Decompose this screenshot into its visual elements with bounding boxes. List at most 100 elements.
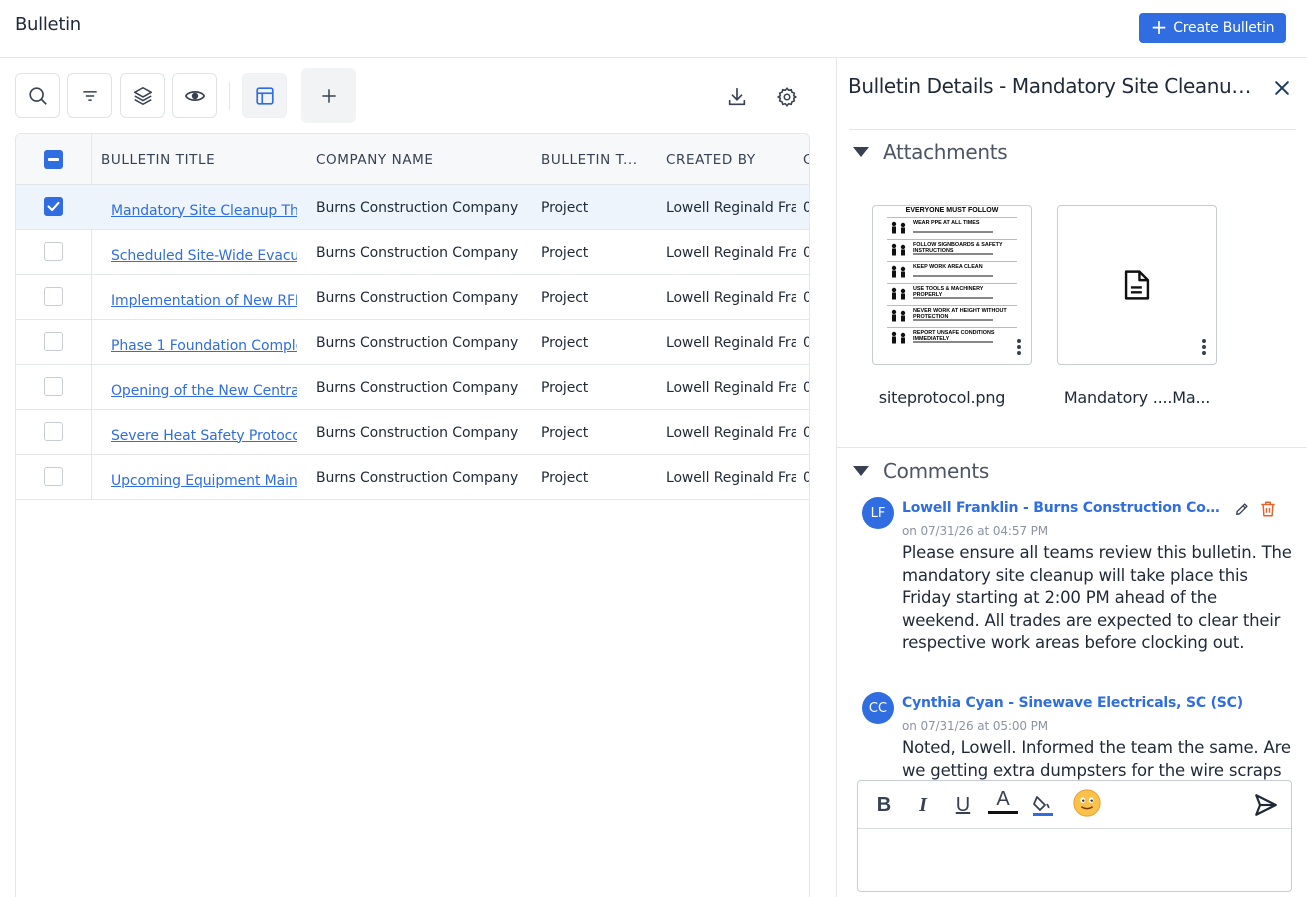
- attachment-menu-icon[interactable]: [1202, 339, 1206, 355]
- create-bulletin-label: Create Bulletin: [1173, 20, 1275, 36]
- attachments-section-toggle[interactable]: Attachments: [853, 140, 1008, 164]
- eye-icon: [184, 90, 205, 101]
- table-view-icon: [255, 86, 274, 105]
- column-header-created-by[interactable]: CREATED BY: [666, 134, 796, 185]
- filter-button[interactable]: [67, 73, 112, 118]
- company-name-cell: Burns Construction Company: [316, 469, 519, 486]
- paint-bucket-icon: [1033, 796, 1053, 816]
- comment-text: Noted, Lowell. Informed the team the sam…: [902, 738, 1291, 780]
- attachment-menu-icon[interactable]: [1017, 339, 1021, 355]
- add-view-button[interactable]: [301, 68, 356, 123]
- table-row[interactable]: Severe Heat Safety Protocol Burns Constru…: [16, 410, 809, 458]
- row-checkbox[interactable]: [44, 287, 63, 306]
- edit-icon[interactable]: [1234, 501, 1250, 517]
- column-header-more[interactable]: C: [803, 134, 809, 185]
- row-checkbox[interactable]: [44, 467, 63, 486]
- divider: [837, 447, 1307, 448]
- table-row[interactable]: Phase 1 Foundation Comple Burns Construct…: [16, 320, 809, 368]
- caret-down-icon: [853, 147, 869, 157]
- visibility-button[interactable]: [172, 73, 217, 118]
- close-panel-button[interactable]: [1270, 76, 1294, 100]
- table-row[interactable]: Implementation of New RFII Burns Construc…: [16, 275, 809, 323]
- download-icon: [728, 87, 746, 106]
- comment-author: Lowell Franklin - Burns Construction Com…: [902, 500, 1228, 516]
- worker-pictogram-icon: [889, 265, 909, 281]
- comments-section-toggle[interactable]: Comments: [853, 459, 989, 483]
- worker-pictogram-icon: [889, 221, 909, 237]
- emoji-button[interactable]: [1072, 787, 1102, 819]
- table-row[interactable]: Upcoming Equipment Maint Burns Constructi…: [16, 455, 809, 503]
- highlight-button[interactable]: [1028, 789, 1058, 821]
- avatar: LF: [862, 497, 894, 529]
- close-icon: [1275, 81, 1289, 95]
- row-checkbox[interactable]: [44, 197, 63, 216]
- underline-button[interactable]: U: [948, 789, 978, 821]
- company-name-cell: Burns Construction Company: [316, 379, 519, 396]
- comment-input[interactable]: [858, 830, 1291, 891]
- poster-item-detail: [913, 341, 993, 343]
- layers-icon: [133, 86, 152, 105]
- delete-icon[interactable]: [1259, 500, 1277, 518]
- editor-toolbar: B I U A: [858, 781, 1291, 829]
- create-bulletin-button[interactable]: + Create Bulletin: [1139, 13, 1286, 43]
- comment-date: on 07/31/26 at 04:57 PM: [902, 524, 1049, 538]
- column-header-type[interactable]: BULLETIN T...: [541, 134, 656, 185]
- gear-icon: [776, 87, 798, 107]
- bulletin-title-link[interactable]: Severe Heat Safety Protocol: [111, 413, 297, 458]
- bulletin-title-link[interactable]: Phase 1 Foundation Comple: [111, 323, 297, 368]
- font-color-button[interactable]: A: [988, 788, 1018, 814]
- poster-item-detail: [913, 275, 993, 277]
- bulletin-title-link[interactable]: Mandatory Site Cleanup This: [111, 188, 297, 233]
- attachment-thumbnail-siteprotocol[interactable]: EVERYONE MUST FOLLOW WEAR PPE AT ALL TIM…: [872, 205, 1032, 365]
- created-by-cell: Lowell Reginald Fran: [666, 424, 796, 441]
- row-checkbox[interactable]: [44, 332, 63, 351]
- poster-heading: EVERYONE MUST FOLLOW: [905, 207, 999, 214]
- row-checkbox[interactable]: [44, 377, 63, 396]
- worker-pictogram-icon: [889, 331, 909, 347]
- overflow-cell: 0: [803, 230, 809, 275]
- plus-icon: +: [1150, 15, 1168, 39]
- created-by-cell: Lowell Reginald Fran: [666, 379, 796, 396]
- poster-item-detail: [913, 231, 993, 233]
- bold-button[interactable]: B: [869, 789, 899, 821]
- table-row[interactable]: Opening of the New Central Burns Construc…: [16, 365, 809, 413]
- bulletin-type-cell: Project: [541, 469, 589, 486]
- row-checkbox[interactable]: [44, 242, 63, 261]
- table-row[interactable]: Scheduled Site-Wide Evacua Burns Construc…: [16, 230, 809, 278]
- avatar: CC: [862, 692, 894, 724]
- bulletin-title-link[interactable]: Scheduled Site-Wide Evacua: [111, 233, 297, 278]
- column-header-company[interactable]: COMPANY NAME: [316, 134, 526, 185]
- bulletin-title-link[interactable]: Upcoming Equipment Maint: [111, 458, 297, 503]
- poster-item-detail: [913, 297, 993, 299]
- overflow-cell: 0: [803, 410, 809, 455]
- bulletin-title-link[interactable]: Opening of the New Central: [111, 368, 297, 413]
- italic-button[interactable]: I: [908, 789, 938, 821]
- column-header-title[interactable]: BULLETIN TITLE: [101, 134, 301, 185]
- comment-text: Please ensure all teams review this bull…: [902, 543, 1292, 652]
- layers-button[interactable]: [120, 73, 165, 118]
- poster-item-label: KEEP WORK AREA CLEAN: [913, 264, 983, 270]
- filter-icon: [82, 90, 97, 101]
- table-row[interactable]: Mandatory Site Cleanup This Burns Constru…: [16, 185, 809, 233]
- attachment-name[interactable]: siteprotocol.png: [862, 388, 1022, 407]
- comment-editor: B I U A: [857, 780, 1292, 892]
- row-checkbox[interactable]: [44, 422, 63, 441]
- select-all-checkbox[interactable]: [44, 150, 63, 169]
- send-button[interactable]: [1251, 789, 1281, 821]
- comments-heading: Comments: [883, 459, 990, 483]
- attachment-thumbnail-document[interactable]: [1057, 205, 1217, 365]
- search-button[interactable]: [15, 73, 60, 118]
- overflow-cell: 0: [803, 365, 809, 410]
- bulletin-details-panel: Bulletin Details - Mandatory Site Cleanu…: [836, 58, 1307, 897]
- overflow-cell: 0: [803, 320, 809, 365]
- bulletin-title-link[interactable]: Implementation of New RFII: [111, 278, 297, 323]
- company-name-cell: Burns Construction Company: [316, 244, 519, 261]
- send-icon: [1255, 794, 1277, 816]
- table-header: BULLETIN TITLE COMPANY NAME BULLETIN T..…: [16, 134, 809, 185]
- attachment-name[interactable]: Mandatory ....Ma...: [1057, 388, 1217, 407]
- poster-item: REPORT UNSAFE CONDITIONS IMMEDIATELY: [887, 327, 1017, 349]
- panel-title: Bulletin Details - Mandatory Site Cleanu…: [848, 74, 1258, 98]
- table-view-button[interactable]: [242, 73, 287, 118]
- settings-button[interactable]: [775, 85, 799, 109]
- download-button[interactable]: [725, 85, 749, 109]
